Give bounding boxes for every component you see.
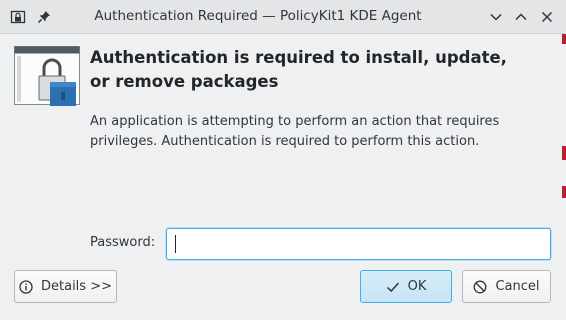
cancel-icon — [473, 280, 487, 294]
pin-icon[interactable] — [34, 7, 54, 27]
password-label: Password: — [90, 235, 156, 250]
dialog-description: An application is attempting to perform … — [90, 114, 500, 149]
details-button[interactable]: Details >> — [14, 270, 117, 303]
ok-button[interactable]: OK — [360, 270, 452, 303]
chevron-down-icon — [489, 10, 503, 24]
cancel-button[interactable]: Cancel — [462, 270, 551, 303]
close-icon — [540, 10, 554, 24]
details-button-label: Details >> — [41, 279, 112, 294]
auth-dialog-window: Authentication Required — PolicyKit1 KDE… — [0, 0, 566, 320]
text-caret — [175, 235, 176, 253]
background-window-edge — [562, 186, 566, 198]
background-window-edge — [562, 34, 566, 44]
background-window-edge — [562, 146, 566, 160]
maximize-button[interactable] — [510, 6, 532, 28]
ok-button-label: OK — [407, 279, 427, 294]
lock-window-icon — [14, 46, 80, 108]
dialog-heading: Authentication is required to install, u… — [90, 48, 507, 91]
window-title: Authentication Required — PolicyKit1 KDE… — [94, 8, 422, 24]
checkmark-icon — [386, 280, 400, 294]
info-icon — [19, 279, 33, 294]
close-button[interactable] — [536, 6, 558, 28]
chevron-up-icon — [514, 10, 528, 24]
minimize-button[interactable] — [485, 6, 507, 28]
cancel-button-label: Cancel — [495, 279, 540, 294]
title-bar: Authentication Required — PolicyKit1 KDE… — [0, 0, 566, 34]
password-field[interactable] — [166, 228, 551, 260]
app-lock-icon[interactable] — [8, 7, 28, 27]
